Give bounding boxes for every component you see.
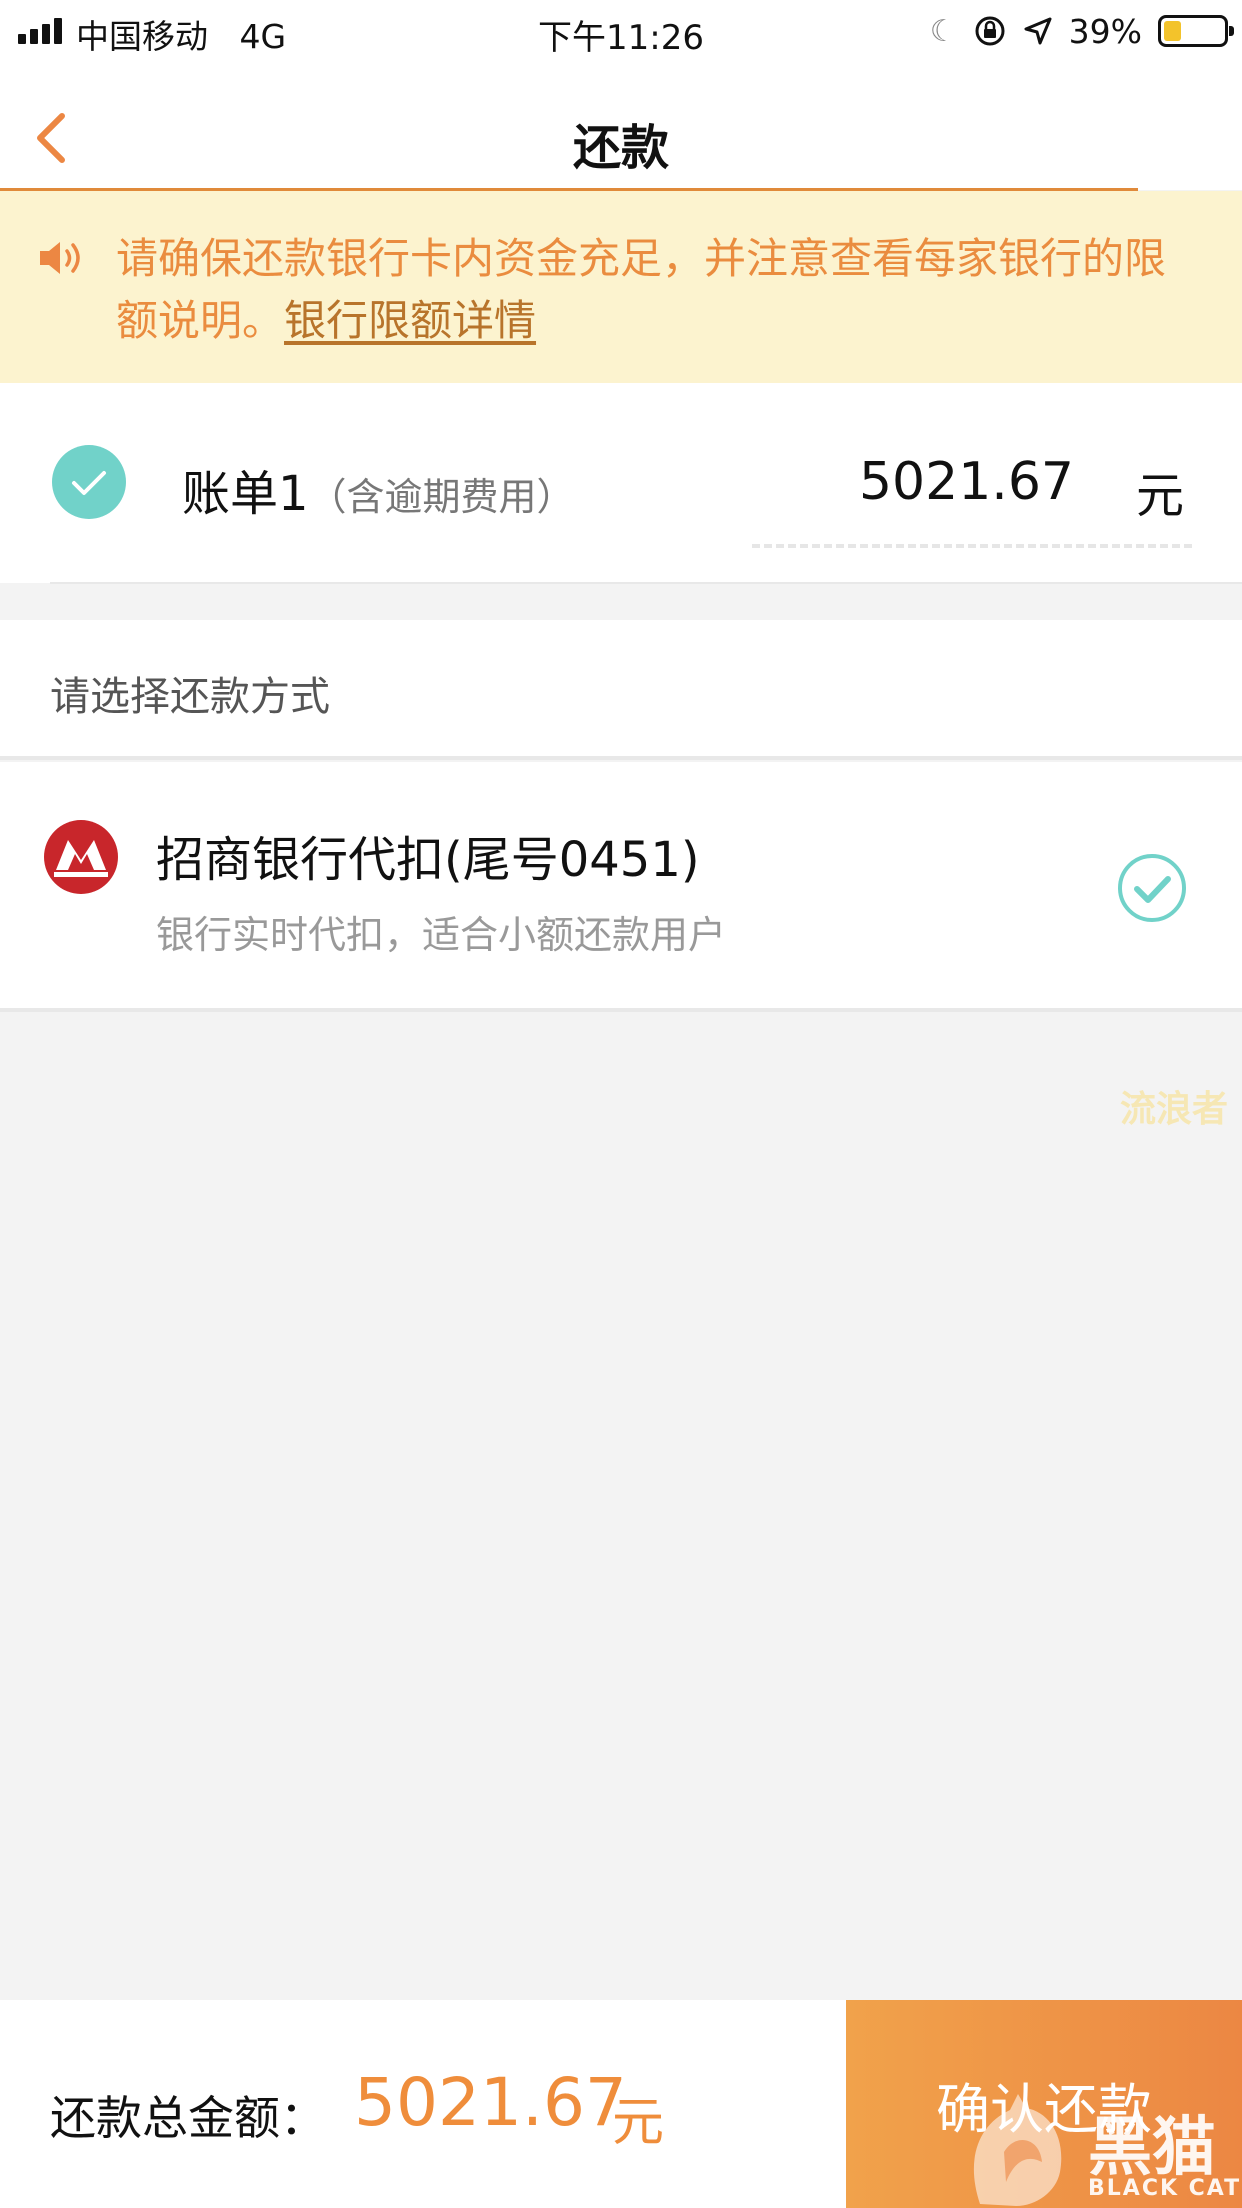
rotation-lock-icon <box>975 16 1005 46</box>
watermark-text: 流浪者 <box>1120 1089 1229 1130</box>
check-icon <box>72 471 106 495</box>
amount-underline <box>752 544 1192 548</box>
total-unit: 元 <box>612 2093 665 2153</box>
bill-checkbox[interactable] <box>52 445 126 519</box>
battery-icon <box>1158 15 1234 47</box>
page-title: 还款 <box>572 120 669 176</box>
cmb-bank-logo-icon <box>44 820 118 894</box>
payment-method-subtitle: 银行实时代扣，适合小额还款用户 <box>156 913 727 957</box>
divider <box>50 582 1242 584</box>
notice-text: 请确保还款银行卡内资金充足，并注意查看每家银行的限额说明。银行限额详情 <box>116 234 1167 345</box>
moon-icon: ☾ <box>929 13 957 49</box>
payment-method-title: 招商银行代扣(尾号0451) <box>156 832 700 888</box>
check-circle-icon[interactable] <box>1116 852 1188 924</box>
section-title: 请选择还款方式 <box>50 674 330 720</box>
total-label: 还款总金额： <box>50 2091 326 2145</box>
bill-note: （含逾期费用） <box>308 475 575 519</box>
speaker-icon <box>40 242 80 274</box>
bank-limit-link[interactable]: 银行限额详情 <box>284 296 536 345</box>
bill-unit: 元 <box>1136 468 1185 524</box>
divider <box>0 1008 1242 1012</box>
total-amount: 5021.67 <box>354 2064 627 2141</box>
battery-percent: 39% <box>1068 11 1142 51</box>
status-right: ☾ 39% <box>929 10 1234 52</box>
divider <box>0 756 1242 760</box>
bill-amount-input[interactable]: 5021.67 <box>859 452 1074 512</box>
bill-label: 账单1（含逾期费用） <box>182 466 575 522</box>
location-icon <box>1024 17 1052 45</box>
watermark-brand-sub: BLACK CAT <box>1088 2176 1242 2201</box>
watermark-brand: 黑猫 <box>1088 2111 1216 2185</box>
